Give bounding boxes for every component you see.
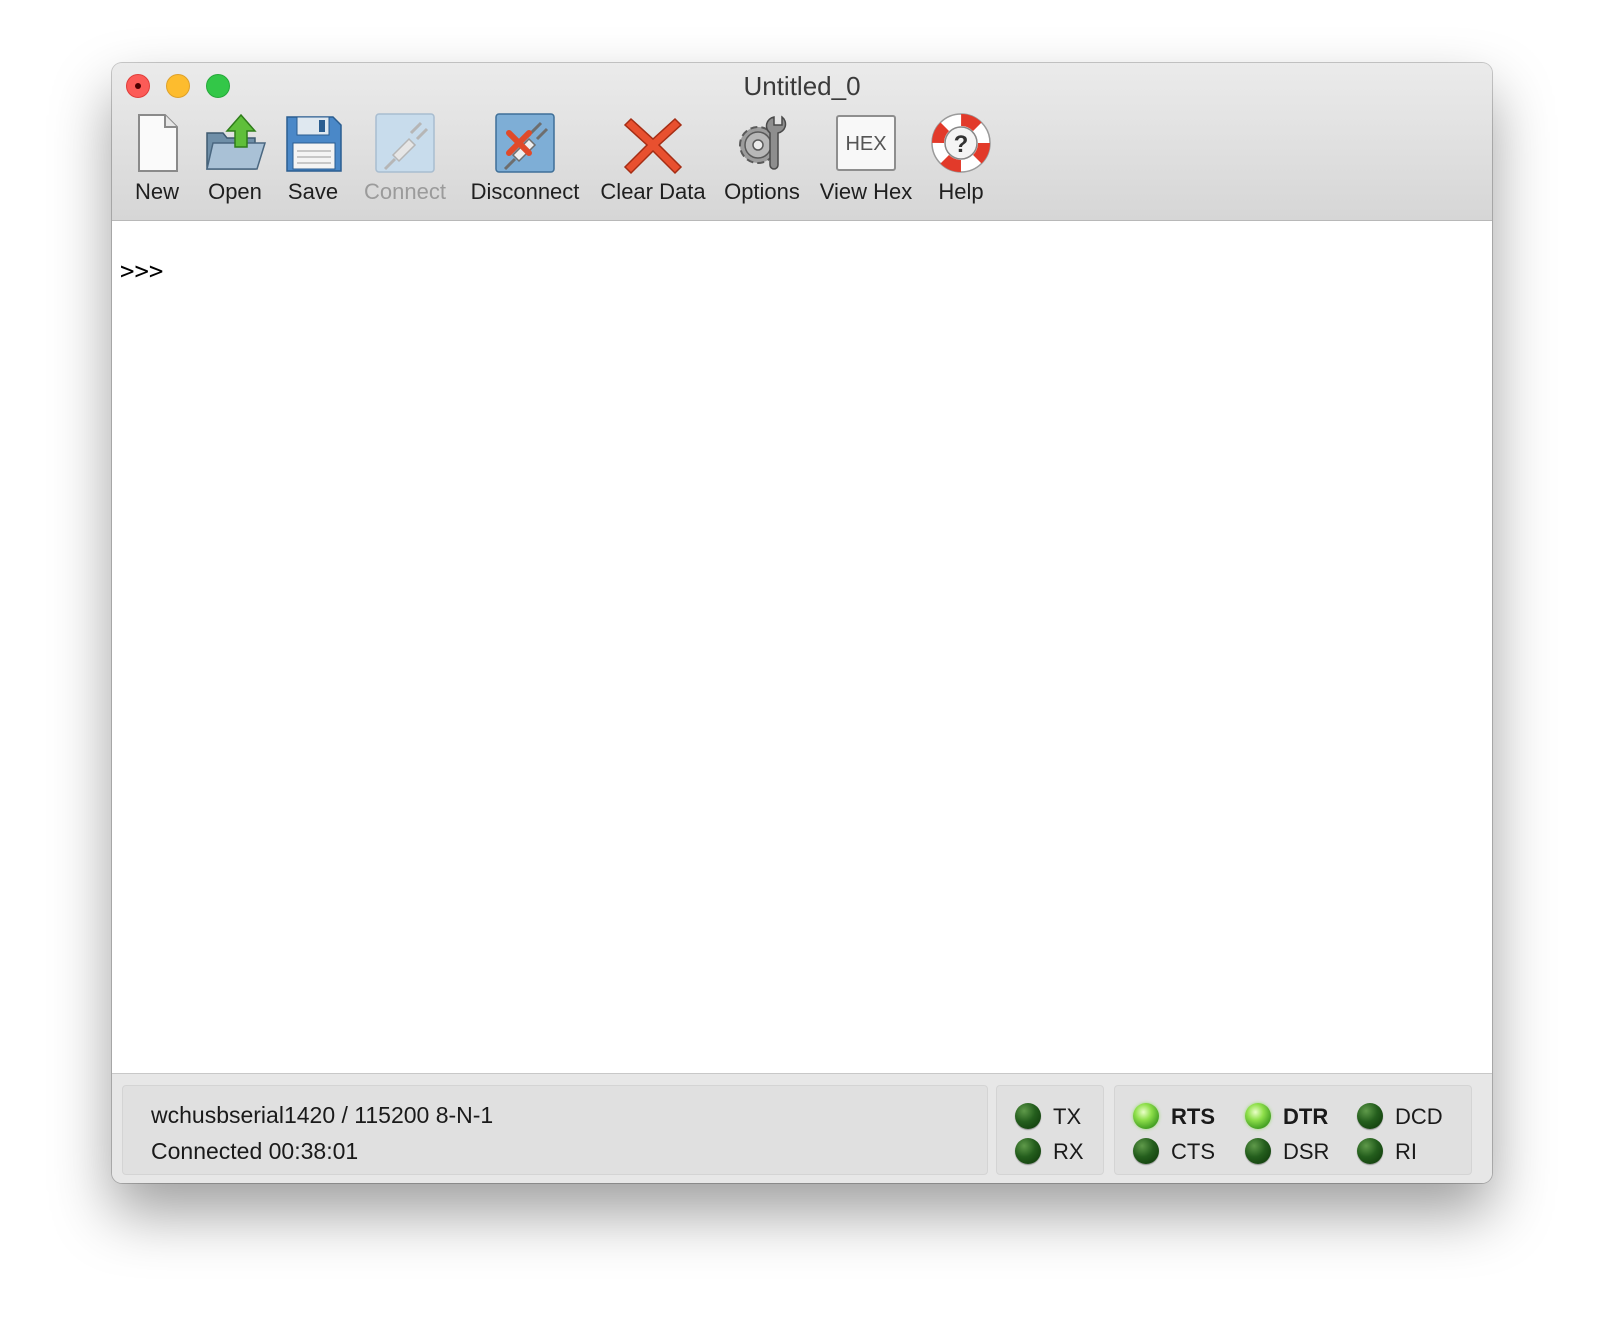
window-title: Untitled_0	[743, 71, 861, 101]
dtr-label: DTR	[1283, 1104, 1329, 1129]
txrx-panel: TX RX	[996, 1085, 1104, 1175]
cts-label: CTS	[1171, 1139, 1215, 1164]
connection-timer-text: Connected 00:38:01	[151, 1138, 359, 1164]
status-bar: wchusbserial1420 / 115200 8-N-1 Connecte…	[112, 1074, 1492, 1183]
new-label: New	[134, 179, 179, 204]
gear-wrench-icon	[739, 115, 787, 170]
rts-led-icon[interactable]	[1133, 1103, 1159, 1129]
disconnect-button[interactable]: Disconnect	[464, 111, 586, 211]
view-hex-button[interactable]: HEX View Hex	[816, 111, 916, 211]
clear-data-button[interactable]: Clear Data	[598, 111, 708, 211]
title-bar: Untitled_0 New Open Save Connect Disconn…	[112, 63, 1492, 221]
save-label: Save	[287, 179, 339, 204]
connect-label: Connect	[364, 179, 446, 204]
disconnect-label: Disconnect	[470, 179, 580, 204]
save-floppy-icon	[286, 116, 342, 172]
rts-label: RTS	[1171, 1104, 1215, 1129]
help-label: Help	[938, 179, 984, 204]
control-lines-panel: RTS CTS DTR DSR DCD RI	[1114, 1085, 1472, 1175]
rx-led-icon	[1015, 1138, 1041, 1164]
clear-x-icon	[623, 117, 683, 175]
connect-plug-icon	[375, 113, 435, 173]
hex-icon: HEX	[836, 115, 896, 171]
open-label: Open	[208, 179, 262, 204]
dsr-led-icon	[1245, 1138, 1271, 1164]
ri-led-icon	[1357, 1138, 1383, 1164]
disconnect-plug-icon	[495, 113, 555, 173]
port-settings-text: wchusbserial1420 / 115200 8-N-1	[151, 1102, 494, 1128]
help-button[interactable]: ? Help	[928, 111, 994, 211]
dcd-led-icon	[1357, 1103, 1383, 1129]
tx-led-icon	[1015, 1103, 1041, 1129]
clear-data-label: Clear Data	[600, 179, 706, 204]
dsr-label: DSR	[1283, 1139, 1330, 1164]
app-window: Untitled_0 New Open Save Connect Disconn…	[112, 63, 1492, 1183]
lifebuoy-help-icon: ?	[931, 113, 991, 173]
new-document-icon	[138, 114, 178, 172]
view-hex-label: View Hex	[819, 179, 913, 204]
open-button[interactable]: Open	[200, 111, 270, 211]
ri-label: RI	[1395, 1139, 1417, 1164]
options-label: Options	[724, 179, 800, 204]
save-button[interactable]: Save	[280, 111, 346, 211]
connection-status-panel: wchusbserial1420 / 115200 8-N-1 Connecte…	[122, 1085, 988, 1175]
cts-led-icon	[1133, 1138, 1159, 1164]
tx-label: TX	[1053, 1104, 1082, 1129]
terminal-prompt: >>>	[120, 257, 164, 285]
dtr-led-icon[interactable]	[1245, 1103, 1271, 1129]
help-icon-text: ?	[954, 131, 969, 158]
rx-label: RX	[1053, 1139, 1084, 1164]
open-folder-icon	[206, 113, 267, 170]
dcd-label: DCD	[1395, 1104, 1443, 1129]
new-button[interactable]: New	[124, 111, 190, 211]
hex-icon-text: HEX	[845, 133, 886, 155]
terminal-output[interactable]: >>>	[112, 221, 1492, 1074]
options-button[interactable]: Options	[720, 111, 804, 211]
connect-button[interactable]: Connect	[360, 111, 450, 211]
